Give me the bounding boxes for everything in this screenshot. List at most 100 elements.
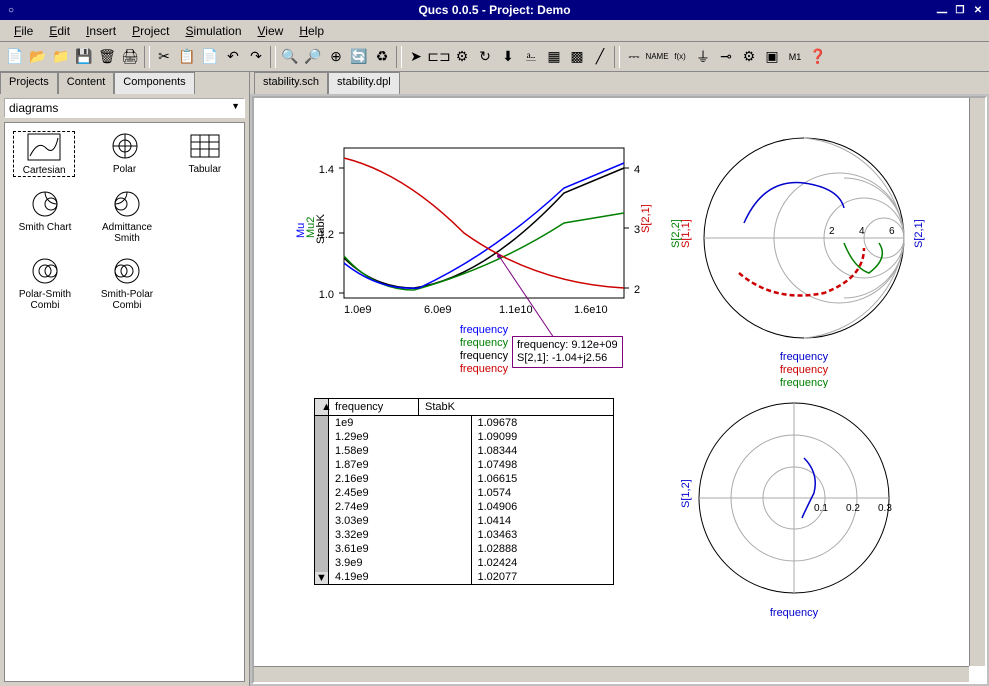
wire-icon[interactable]: ⎓ bbox=[623, 46, 645, 68]
resistor-icon[interactable]: ⊏⊐ bbox=[428, 46, 450, 68]
menu-insert[interactable]: Insert bbox=[78, 22, 124, 40]
table-cell: 1.09099 bbox=[472, 430, 614, 444]
pointer-icon[interactable]: ➤ bbox=[405, 46, 427, 68]
tab-content[interactable]: Content bbox=[58, 72, 115, 94]
vertical-scrollbar[interactable] bbox=[969, 98, 985, 666]
menu-file[interactable]: File bbox=[6, 22, 41, 40]
table-cell: 1.08344 bbox=[472, 444, 614, 458]
name-icon[interactable]: NAME bbox=[646, 46, 668, 68]
marker-icon[interactable]: M1 bbox=[784, 46, 806, 68]
comp1-icon[interactable]: ▦ bbox=[543, 46, 565, 68]
open2-icon[interactable]: 📁 bbox=[50, 46, 72, 68]
menu-edit[interactable]: Edit bbox=[41, 22, 78, 40]
rotate-icon[interactable]: ↻ bbox=[474, 46, 496, 68]
table-cell: 1.07498 bbox=[472, 458, 614, 472]
admittance-icon bbox=[109, 189, 145, 219]
redo-icon[interactable]: ↷ bbox=[245, 46, 267, 68]
polar-chart: 0.1 0.2 0.3 S[1,2] frequency bbox=[664, 398, 924, 628]
svg-text:S[2,2]: S[2,2] bbox=[670, 219, 682, 248]
scroll-up-icon[interactable]: ▲ bbox=[315, 399, 329, 415]
svg-text:0.3: 0.3 bbox=[878, 503, 892, 514]
svg-text:6.0e9: 6.0e9 bbox=[424, 304, 452, 316]
table-cell: 1.0574 bbox=[472, 486, 614, 500]
doc-tab-dpl[interactable]: stability.dpl bbox=[328, 72, 400, 94]
menubar: File Edit Insert Project Simulation View… bbox=[0, 20, 989, 42]
scroll-down-icon[interactable]: ▼ bbox=[315, 572, 328, 584]
menu-help[interactable]: Help bbox=[291, 22, 332, 40]
refresh-icon[interactable]: 🔄 bbox=[348, 46, 370, 68]
copy-icon[interactable]: 📋 bbox=[176, 46, 198, 68]
menu-view[interactable]: View bbox=[250, 22, 292, 40]
gear-icon[interactable]: ⚙ bbox=[451, 46, 473, 68]
text-icon[interactable]: ⎁ bbox=[520, 46, 542, 68]
col-header-frequency: frequency bbox=[329, 399, 419, 415]
svg-text:1.6e10: 1.6e10 bbox=[574, 304, 608, 316]
svg-text:frequency: frequency bbox=[460, 363, 509, 375]
svg-text:S[1,2]: S[1,2] bbox=[680, 479, 692, 508]
table-cell: 1.04906 bbox=[472, 500, 614, 514]
maximize-icon[interactable]: ❐ bbox=[953, 3, 967, 17]
close-icon[interactable]: ✕ bbox=[971, 3, 985, 17]
port-icon[interactable]: ⊸ bbox=[715, 46, 737, 68]
download-icon[interactable]: ⬇ bbox=[497, 46, 519, 68]
palette-polar[interactable]: Polar bbox=[93, 131, 155, 177]
palette-admittance[interactable]: Admittance Smith bbox=[95, 189, 159, 244]
table-cell: 1.02077 bbox=[472, 570, 614, 584]
menu-simulation[interactable]: Simulation bbox=[177, 22, 249, 40]
data-table: ▲ frequency StabK ▼1e91.29e91.58e91.87e9… bbox=[314, 398, 614, 585]
palette-smithpolar[interactable]: Smith-Polar Combi bbox=[95, 256, 159, 311]
palette-tabular[interactable]: Tabular bbox=[174, 131, 236, 177]
smith-icon bbox=[27, 189, 63, 219]
palette-cartesian[interactable]: Cartesian bbox=[13, 131, 75, 177]
svg-text:2: 2 bbox=[829, 226, 835, 237]
paste-icon[interactable]: 📄 bbox=[199, 46, 221, 68]
print-icon[interactable]: 🖨 bbox=[119, 46, 141, 68]
undo-icon[interactable]: ↶ bbox=[222, 46, 244, 68]
minimize-icon[interactable]: ⎼ bbox=[935, 3, 949, 17]
table-cell: 1.29e9 bbox=[329, 430, 471, 444]
svg-text:1.0e9: 1.0e9 bbox=[344, 304, 372, 316]
table-cell: 3.61e9 bbox=[329, 542, 471, 556]
component-category-select[interactable]: diagrams bbox=[4, 98, 245, 118]
cut-icon[interactable]: ✂ bbox=[153, 46, 175, 68]
menu-project[interactable]: Project bbox=[124, 22, 177, 40]
svg-text:S[2,1]: S[2,1] bbox=[640, 204, 652, 233]
table-cell: 2.16e9 bbox=[329, 472, 471, 486]
svg-text:frequency: frequency bbox=[780, 351, 829, 363]
svg-text:1.1e10: 1.1e10 bbox=[499, 304, 533, 316]
save-icon[interactable]: 💾 bbox=[73, 46, 95, 68]
window-menu-icon[interactable]: ○ bbox=[4, 3, 18, 17]
ground-icon[interactable]: ⏚ bbox=[692, 46, 714, 68]
canvas[interactable]: 1.0 1.2 1.4 2 3 4 1.0e9 6.0e9 1.1e10 1.6… bbox=[252, 96, 987, 684]
horizontal-scrollbar[interactable] bbox=[254, 666, 969, 682]
comp2-icon[interactable]: ▩ bbox=[566, 46, 588, 68]
line-icon[interactable]: ╱ bbox=[589, 46, 611, 68]
toolbar: 📄 📂 📁 💾 🗑 🖨 ✂ 📋 📄 ↶ ↷ 🔍 🔎 ⊕ 🔄 ♻ ➤ ⊏⊐ ⚙ ↻… bbox=[0, 42, 989, 72]
table-cell: 1.03463 bbox=[472, 528, 614, 542]
simulate-icon[interactable]: ⚙ bbox=[738, 46, 760, 68]
delete-icon[interactable]: 🗑 bbox=[96, 46, 118, 68]
tab-projects[interactable]: Projects bbox=[0, 72, 58, 94]
svg-text:1.4: 1.4 bbox=[319, 164, 334, 176]
help-icon[interactable]: ❓ bbox=[807, 46, 829, 68]
svg-text:0.1: 0.1 bbox=[814, 503, 828, 514]
palette-smith[interactable]: Smith Chart bbox=[13, 189, 77, 244]
dpl-icon[interactable]: ▣ bbox=[761, 46, 783, 68]
zoom-in-icon[interactable]: 🔍 bbox=[279, 46, 301, 68]
svg-text:4: 4 bbox=[859, 226, 865, 237]
eq-icon[interactable]: f(x) bbox=[669, 46, 691, 68]
zoom-fit-icon[interactable]: ⊕ bbox=[325, 46, 347, 68]
zoom-out-icon[interactable]: 🔎 bbox=[302, 46, 324, 68]
table-cell: 1.87e9 bbox=[329, 458, 471, 472]
doc-tab-sch[interactable]: stability.sch bbox=[254, 72, 328, 94]
open-icon[interactable]: 📂 bbox=[27, 46, 49, 68]
table-cell: 2.45e9 bbox=[329, 486, 471, 500]
table-cell: 1.02888 bbox=[472, 542, 614, 556]
tab-components[interactable]: Components bbox=[114, 72, 194, 94]
refresh2-icon[interactable]: ♻ bbox=[371, 46, 393, 68]
svg-text:1.0: 1.0 bbox=[319, 289, 334, 301]
new-icon[interactable]: 📄 bbox=[4, 46, 26, 68]
table-cell: 2.74e9 bbox=[329, 500, 471, 514]
palette-polarsmith[interactable]: Polar-Smith Combi bbox=[13, 256, 77, 311]
table-cell: 1.58e9 bbox=[329, 444, 471, 458]
